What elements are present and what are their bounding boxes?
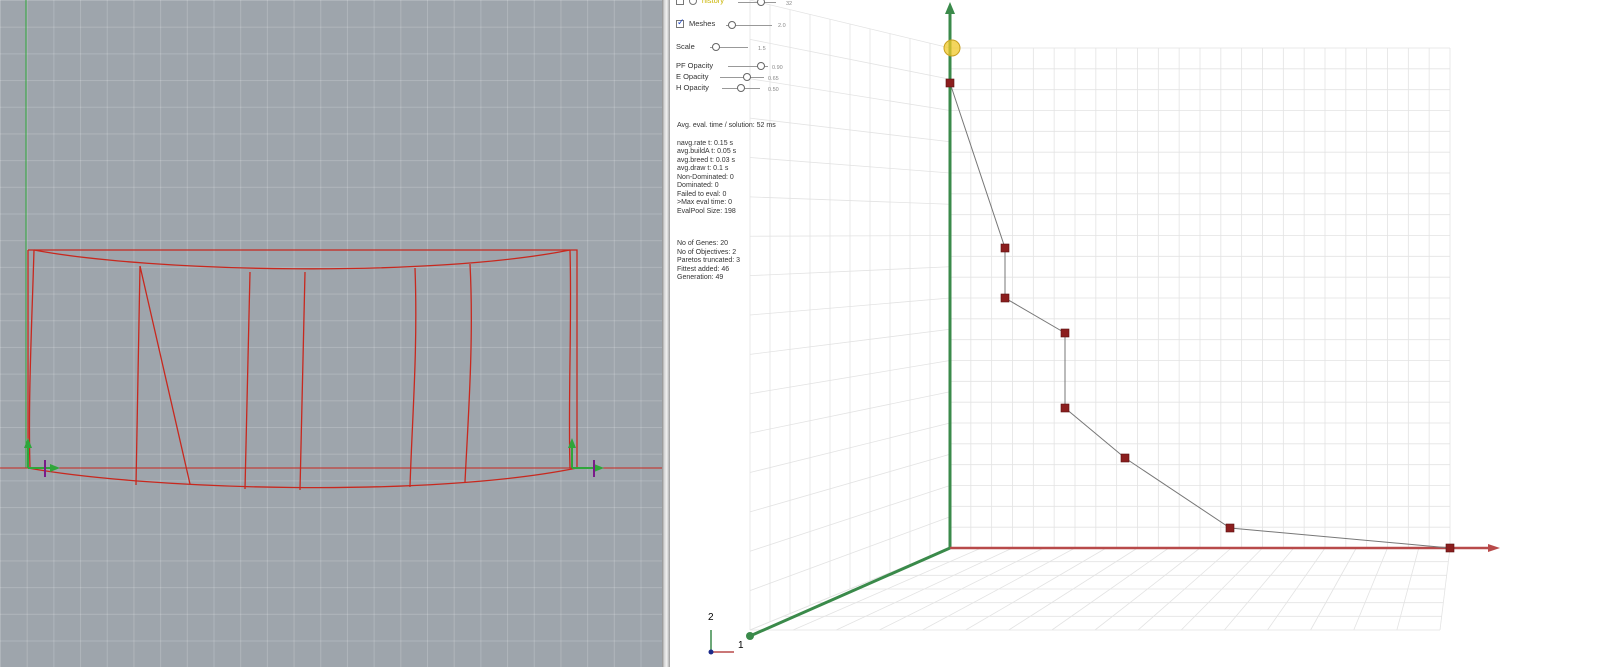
pf-opacity-row: PF Opacity [676, 61, 714, 72]
history-radio[interactable] [688, 0, 697, 6]
stat-line: avg.draw t: 0.1 s [677, 165, 729, 172]
stat-line: Dominated: 0 [677, 182, 719, 189]
viewport-splitter[interactable] [662, 0, 670, 667]
meshes-row: Meshes [676, 18, 716, 30]
pareto-point [1120, 453, 1130, 463]
e-opacity-slider-thumb[interactable] [743, 73, 752, 81]
h-opacity-slider[interactable] [722, 84, 760, 92]
scale-slider-thumb[interactable] [711, 43, 720, 51]
scale-slider[interactable] [710, 43, 748, 51]
indicator-origin [708, 649, 714, 655]
axis-tag-2: 2 [708, 612, 714, 623]
e-opacity-label: E Opacity [676, 72, 709, 81]
history-value: 32 [786, 1, 793, 7]
pf-opacity-label: PF Opacity [676, 61, 714, 70]
meshes-value: 2.0 [778, 23, 786, 29]
e-opacity-slider[interactable] [720, 73, 764, 81]
meshes-slider[interactable] [726, 21, 772, 29]
h-opacity-value: 0.50 [768, 87, 779, 93]
stats-panel-genes: No of Genes: 20 No of Objectives: 2 Pare… [677, 240, 740, 283]
h-opacity-slider-thumb[interactable] [737, 84, 745, 92]
y-axis-arrow [945, 2, 955, 14]
pareto-front-series [943, 39, 1455, 553]
stat-line: No of Objectives: 2 [677, 248, 737, 256]
pareto-point [1000, 293, 1010, 303]
support-gizmo-right[interactable] [568, 438, 604, 477]
frame-geometry [27, 249, 578, 491]
stat-line: EvalPool Size: 198 [677, 207, 736, 215]
meshes-checkbox[interactable] [676, 18, 685, 29]
history-slider-thumb[interactable] [756, 0, 765, 6]
meshes-slider-thumb[interactable] [727, 21, 736, 29]
scale-row: Scale [676, 42, 695, 53]
scale-label: Scale [676, 42, 695, 51]
history-row: history [676, 0, 724, 7]
pareto-point [1445, 543, 1455, 553]
chart-axes [708, 2, 1500, 655]
stat-line: >Max eval time: 0 [677, 199, 733, 206]
pareto-viewport[interactable]: history 32 Meshes 2.0 Scale 1.5 PF Opaci… [670, 0, 1600, 667]
history-label: history [701, 0, 724, 5]
pareto-point [1000, 243, 1010, 253]
stat-line: Generation: 49 [677, 274, 724, 281]
x-axis-arrow [1488, 544, 1500, 552]
stats-panel: Avg. eval. time / solution: 52 ms navg.r… [677, 122, 776, 216]
e-opacity-value: 0.65 [768, 76, 779, 82]
pareto-point [1060, 328, 1070, 338]
pareto-point [945, 78, 955, 88]
highlight-marker [943, 39, 961, 57]
h-opacity-row: H Opacity [676, 83, 709, 94]
scale-value: 1.5 [758, 46, 766, 52]
e-opacity-row: E Opacity [676, 72, 709, 83]
pareto-chart [708, 0, 1500, 655]
stat-line: navg.rate t: 0.15 s [677, 139, 734, 147]
history-slider[interactable] [738, 0, 776, 6]
stat-line: avg.breed t: 0.03 s [677, 156, 735, 164]
pf-opacity-value: 0.90 [772, 65, 783, 71]
pf-opacity-slider[interactable] [728, 62, 768, 70]
stat-line: Paretos truncated: 3 [677, 257, 741, 264]
avg-eval-time: Avg. eval. time / solution: 52 ms [677, 122, 776, 129]
geometry-viewport[interactable] [0, 0, 662, 667]
axis-tag-1: 1 [738, 640, 744, 651]
stat-line: No of Genes: 20 [677, 240, 728, 247]
history-checkbox[interactable] [676, 0, 684, 6]
h-opacity-label: H Opacity [676, 83, 709, 92]
stat-line: Non-Dominated: 0 [677, 173, 734, 181]
pareto-point [1060, 403, 1070, 413]
pf-opacity-slider-thumb[interactable] [756, 62, 765, 70]
z-axis-end [746, 632, 754, 640]
stat-line: Fittest added: 46 [677, 265, 730, 273]
geometry-canvas [0, 0, 662, 491]
chart-grid [749, 0, 1451, 631]
meshes-label: Meshes [688, 19, 716, 28]
stat-line: avg.buildA t: 0.05 s [677, 148, 737, 155]
stat-line: Failed to eval: 0 [677, 190, 727, 198]
pareto-point [1225, 523, 1235, 533]
